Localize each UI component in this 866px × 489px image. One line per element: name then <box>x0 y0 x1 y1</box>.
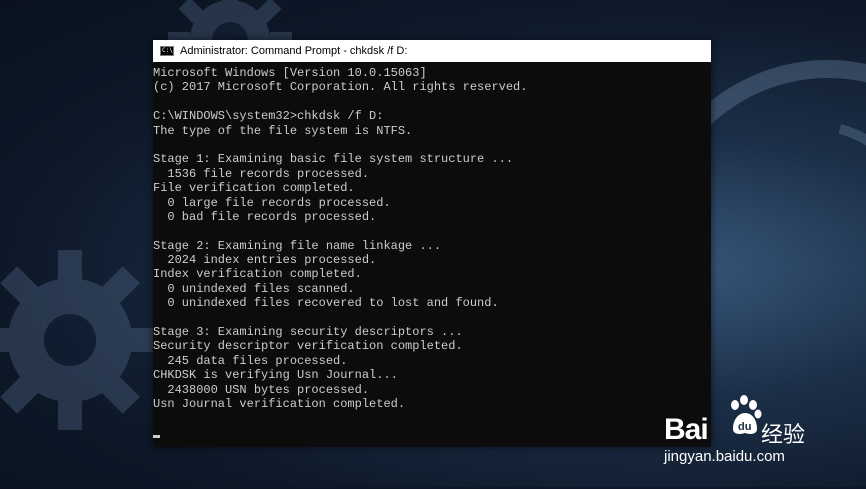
baidu-jingyan-watermark: Bai du 经验 jingyan.baidu.com <box>664 393 854 473</box>
console-line: 0 bad file records processed. <box>153 209 377 224</box>
console-line: 0 unindexed files scanned. <box>153 281 355 296</box>
baidu-paw-icon: du <box>731 395 762 434</box>
console-line: CHKDSK is verifying Usn Journal... <box>153 368 398 383</box>
console-line: Stage 3: Examining security descriptors … <box>153 325 463 340</box>
command-prompt-window[interactable]: C:\ Administrator: Command Prompt - chkd… <box>153 40 711 447</box>
watermark-url: jingyan.baidu.com <box>664 448 785 465</box>
console-line: 0 large file records processed. <box>153 195 391 210</box>
svg-text:du: du <box>738 421 751 433</box>
watermark-brand-text: Bai <box>664 413 709 446</box>
console-line: C:\WINDOWS\system32>chkdsk /f D: <box>153 109 384 124</box>
watermark-chinese-text: 经验 <box>761 423 806 448</box>
console-line: Usn Journal verification completed. <box>153 396 406 411</box>
console-line: 0 unindexed files recovered to lost and … <box>153 296 499 311</box>
window-title: Administrator: Command Prompt - chkdsk /… <box>180 45 408 57</box>
console-line: (c) 2017 Microsoft Corporation. All righ… <box>153 80 528 95</box>
console-prompt-line[interactable] <box>153 426 711 440</box>
console-line: 1536 file records processed. <box>153 166 370 181</box>
console-line: File verification completed. <box>153 181 355 196</box>
console-line: Index verification completed. <box>153 267 362 282</box>
console-line: Security descriptor verification complet… <box>153 339 463 354</box>
command-prompt-icon: C:\ <box>160 46 174 56</box>
title-bar[interactable]: C:\ Administrator: Command Prompt - chkd… <box>153 40 711 62</box>
console-line: Stage 1: Examining basic file system str… <box>153 152 514 167</box>
background-gear-bottom-left <box>0 250 160 430</box>
console-line: 2438000 USN bytes processed. <box>153 382 370 397</box>
console-line: Microsoft Windows [Version 10.0.15063] <box>153 66 427 80</box>
console-output[interactable]: Microsoft Windows [Version 10.0.15063] (c… <box>153 62 711 440</box>
console-line: The type of the file system is NTFS. <box>153 123 413 138</box>
console-line: 2024 index entries processed. <box>153 253 377 268</box>
console-line: 245 data files processed. <box>153 353 348 368</box>
text-cursor <box>153 435 160 439</box>
command-prompt-icon-label: C:\ <box>162 47 173 54</box>
console-line: Stage 2: Examining file name linkage ... <box>153 238 442 253</box>
